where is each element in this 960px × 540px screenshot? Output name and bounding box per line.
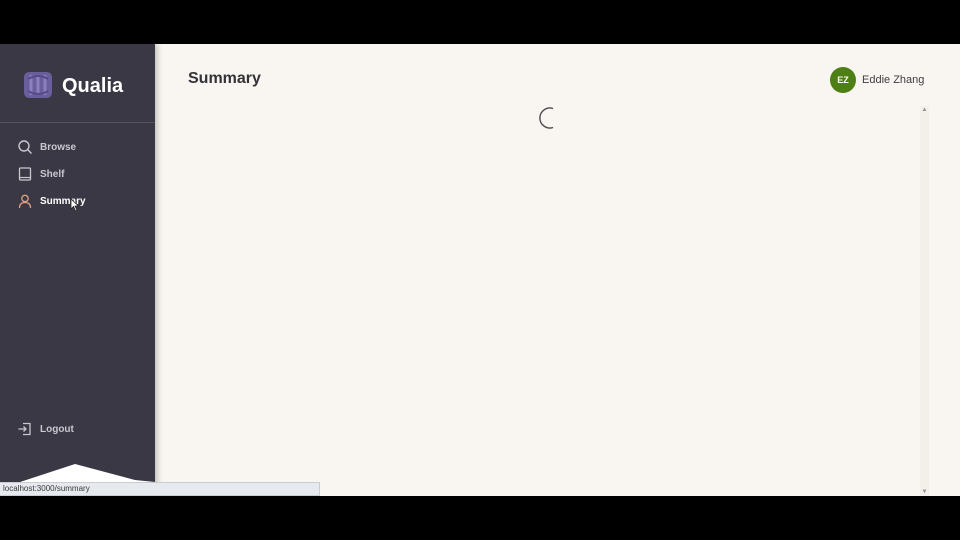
scroll-down-icon[interactable]: ▼ — [920, 488, 929, 496]
scrollbar[interactable]: ▲ ▼ — [920, 106, 929, 496]
user-icon — [17, 193, 33, 209]
sidebar-item-summary[interactable]: Summary — [17, 191, 147, 211]
book-icon — [17, 166, 33, 182]
brand[interactable]: Qualia — [0, 44, 155, 123]
logout-button[interactable]: Logout — [17, 419, 147, 439]
user-menu[interactable]: EZ Eddie Zhang — [830, 67, 924, 93]
page-title: Summary — [188, 70, 261, 87]
user-name: Eddie Zhang — [862, 74, 925, 86]
brand-name: Qualia — [62, 75, 124, 97]
sidebar-item-browse[interactable]: Browse — [17, 137, 147, 157]
search-icon — [17, 139, 33, 155]
status-bar-url: localhost:3000/summary — [0, 482, 320, 496]
sidebar: Qualia Browse Shelf Summary Logout — [0, 44, 155, 496]
logout-label: Logout — [40, 423, 74, 435]
sidebar-item-label: Browse — [40, 141, 77, 153]
scroll-up-icon[interactable]: ▲ — [920, 106, 929, 114]
app-window: Qualia Browse Shelf Summary Logout Summa… — [0, 44, 960, 496]
sidebar-item-shelf[interactable]: Shelf — [17, 164, 147, 184]
loading-spinner-icon — [539, 107, 554, 129]
qualia-logo-icon — [24, 72, 52, 98]
avatar: EZ — [830, 67, 856, 93]
mouse-cursor-icon — [70, 198, 80, 212]
sidebar-item-label: Shelf — [40, 168, 65, 180]
logout-icon — [17, 421, 33, 437]
